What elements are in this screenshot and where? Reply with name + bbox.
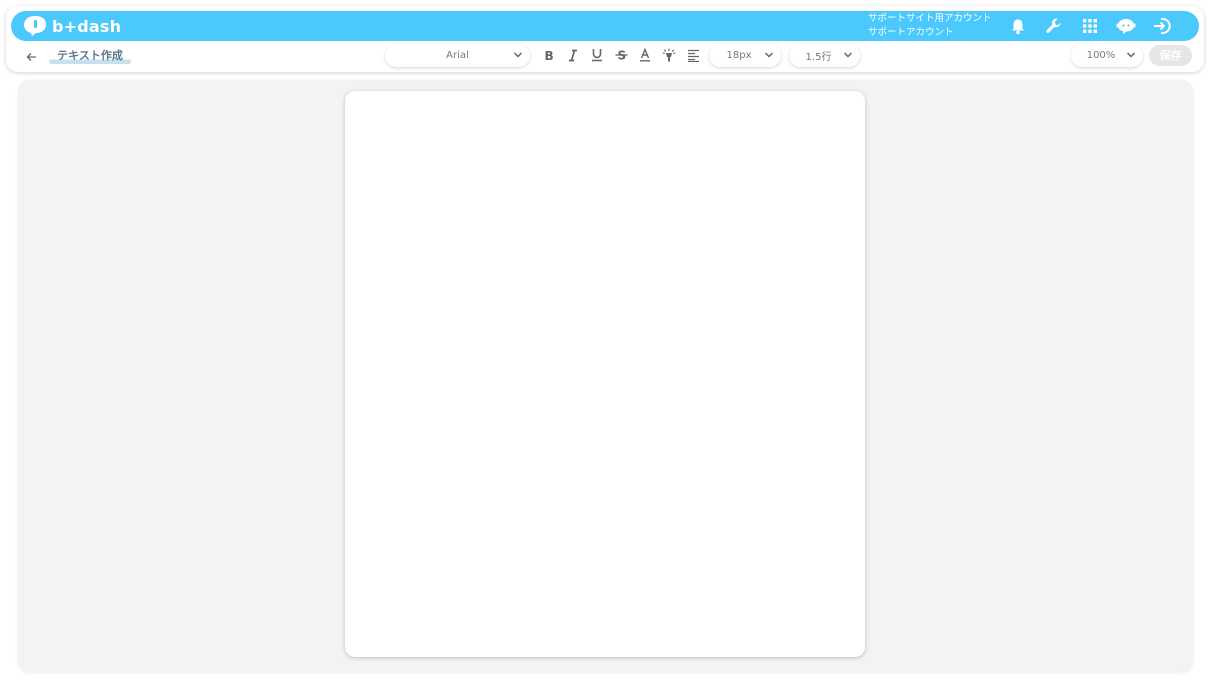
- line-height-select[interactable]: 1.5行: [789, 44, 860, 67]
- account-info[interactable]: サポートサイト用アカウント サポートアカウント: [868, 12, 998, 39]
- apps-grid-icon: [1083, 19, 1097, 33]
- underline-button[interactable]: [588, 46, 606, 64]
- italic-icon: [569, 49, 577, 61]
- font-size-select[interactable]: 18px: [709, 44, 781, 67]
- top-navigation-bar: b+dash サポートサイト用アカウント サポートアカウント: [11, 11, 1199, 41]
- settings-button[interactable]: [1042, 14, 1066, 38]
- highlight-icon: [662, 48, 676, 61]
- strikethrough-icon: S: [615, 49, 627, 62]
- save-button[interactable]: 保存: [1149, 45, 1192, 66]
- document-page[interactable]: [345, 91, 865, 657]
- zoom-select[interactable]: 100%: [1071, 44, 1143, 67]
- chat-bubble-icon: [1116, 19, 1136, 34]
- bell-icon: [1012, 19, 1024, 34]
- notifications-button[interactable]: [1006, 14, 1030, 38]
- text-color-button[interactable]: [636, 46, 654, 64]
- bold-icon: B: [545, 49, 554, 62]
- chevron-down-icon: [513, 52, 523, 58]
- logout-icon: [1154, 18, 1171, 34]
- underline-icon: [592, 49, 602, 62]
- svg-text:B: B: [545, 49, 554, 62]
- highlight-button[interactable]: [660, 46, 678, 64]
- font-family-select[interactable]: Arial: [385, 44, 530, 67]
- bold-button[interactable]: B: [540, 46, 558, 64]
- align-left-icon: [687, 49, 699, 62]
- strikethrough-button[interactable]: S: [612, 46, 630, 64]
- chat-button[interactable]: [1114, 14, 1138, 38]
- italic-button[interactable]: [564, 46, 582, 64]
- font-family-value: Arial: [446, 50, 469, 61]
- logout-button[interactable]: [1150, 14, 1174, 38]
- wrench-icon: [1046, 18, 1061, 33]
- chevron-down-icon: [764, 52, 774, 58]
- account-org-name: サポートサイト用アカウント: [868, 13, 992, 24]
- text-color-icon: [640, 48, 650, 62]
- logo-text: b+dash: [52, 16, 122, 36]
- back-button[interactable]: [22, 48, 40, 66]
- logo-bubble-icon: [24, 16, 46, 36]
- align-button[interactable]: [684, 46, 702, 64]
- apps-menu-button[interactable]: [1078, 14, 1102, 38]
- app-logo[interactable]: b+dash: [23, 15, 121, 37]
- chevron-down-icon: [1126, 52, 1136, 58]
- arrow-left-icon: [26, 53, 36, 61]
- account-user-name: サポートアカウント: [868, 26, 954, 38]
- page-title[interactable]: テキスト作成: [49, 48, 131, 64]
- chevron-down-icon: [843, 52, 853, 58]
